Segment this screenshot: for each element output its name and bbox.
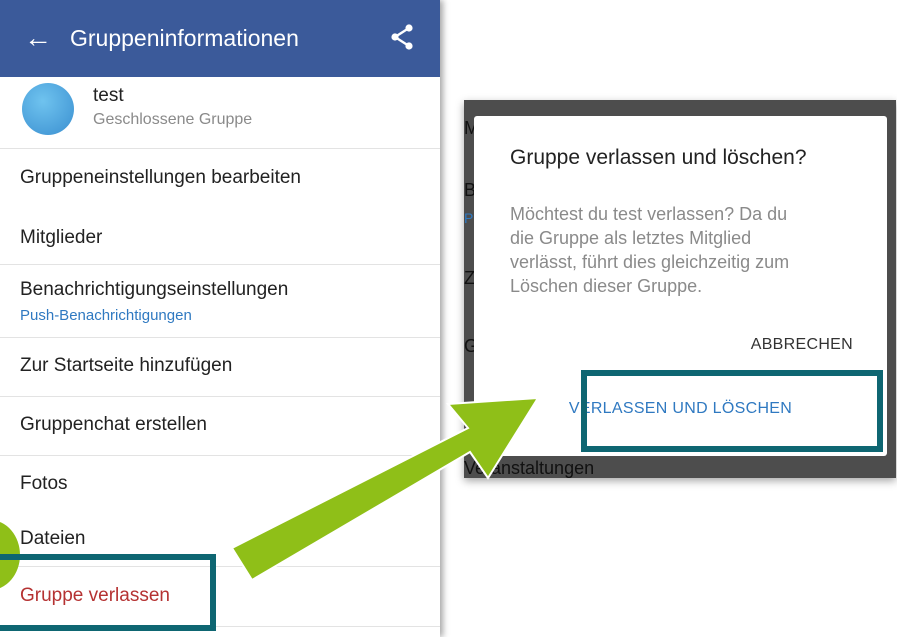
dialog-title: Gruppe verlassen und löschen?	[510, 146, 807, 169]
group-name: test	[93, 85, 124, 106]
menu-item-photos[interactable]: Fotos	[0, 456, 440, 511]
background-text: Veranstaltungen	[464, 458, 595, 478]
avatar	[22, 83, 74, 135]
menu-item-label: Mitglieder	[20, 227, 103, 248]
page-title: Gruppeninformationen	[70, 25, 299, 51]
highlight-box-leave	[0, 554, 216, 631]
menu-item-label: Zur Startseite hinzufügen	[20, 355, 233, 376]
dialog-body: Möchtest du test verlassen? Da du die Gr…	[510, 204, 790, 296]
menu-item-label: Dateien	[20, 528, 86, 549]
group-type: Geschlossene Gruppe	[93, 111, 253, 128]
menu-item-members[interactable]: Mitglieder	[0, 207, 440, 265]
menu-item-sublabel: Push-Benachrichtigungen	[20, 307, 192, 324]
menu-item-label: Gruppenchat erstellen	[20, 414, 207, 435]
back-arrow-icon[interactable]: ←	[24, 20, 52, 56]
left-phone-screenshot: ← Gruppeninformationen test Geschlossene…	[0, 0, 440, 637]
highlight-box-confirm	[581, 370, 883, 452]
menu-item-notifications[interactable]: Benachrichtigungseinstellungen Push-Bena…	[0, 265, 440, 337]
menu-item-label: Fotos	[20, 473, 68, 494]
group-header[interactable]: test Geschlossene Gruppe	[0, 77, 440, 149]
app-bar: ← Gruppeninformationen	[0, 0, 440, 77]
dialog-screenshot: M Be Pu Zu G Fo Gruppe verlassen und lös…	[464, 100, 896, 478]
menu-item-label: Benachrichtigungseinstellungen	[20, 279, 289, 300]
menu-item-label: Gruppeneinstellungen bearbeiten	[20, 167, 301, 188]
menu-item-create-chat[interactable]: Gruppenchat erstellen	[0, 397, 440, 455]
menu-item-add-to-home[interactable]: Zur Startseite hinzufügen	[0, 338, 440, 396]
menu-item-edit-settings[interactable]: Gruppeneinstellungen bearbeiten	[0, 149, 440, 207]
cancel-button[interactable]: ABBRECHEN	[751, 336, 853, 354]
share-icon[interactable]	[390, 24, 414, 50]
